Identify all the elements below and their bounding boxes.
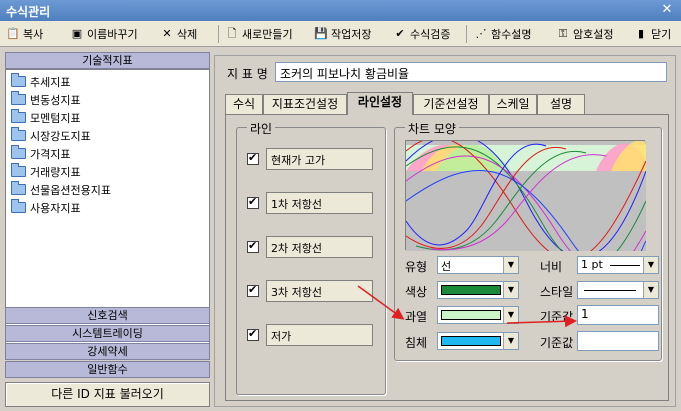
annotation-arrows [357, 285, 577, 328]
tab-line-settings[interactable]: 라인설정 [347, 92, 413, 115]
annotation-arrow [357, 285, 405, 320]
annotation-arrow [506, 315, 577, 328]
